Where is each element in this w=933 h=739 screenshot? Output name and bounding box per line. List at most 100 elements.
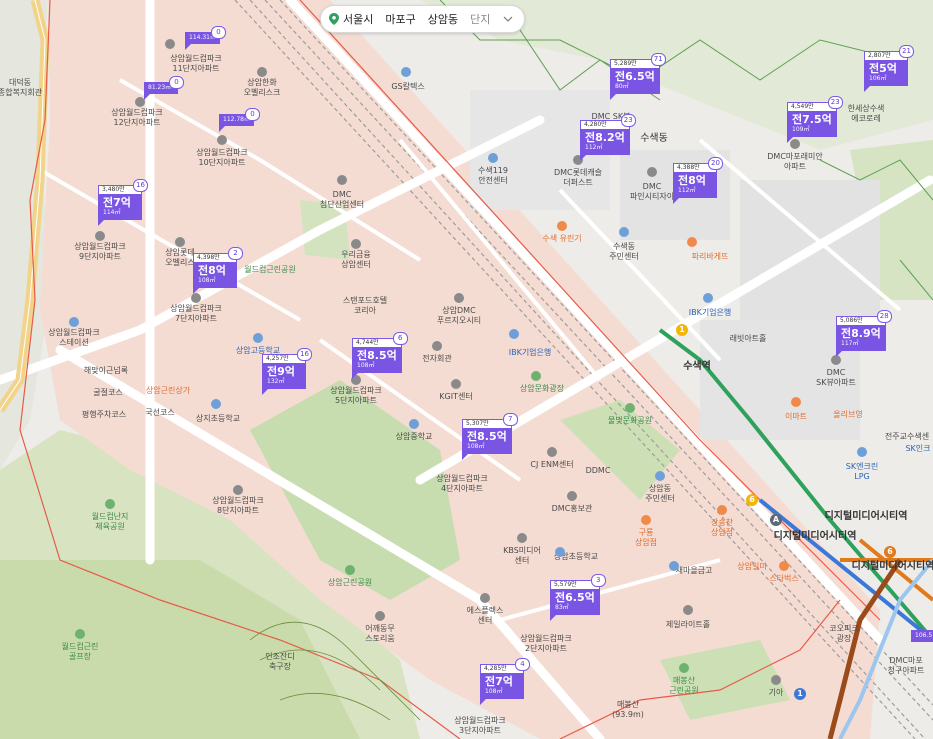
building-icon[interactable] (480, 593, 490, 603)
building-icon[interactable] (517, 533, 527, 543)
building-icon[interactable] (217, 135, 227, 145)
shopping-icon[interactable] (791, 397, 801, 407)
label-apt-10: 상암월드컵파크 10단지아파트 (196, 148, 248, 167)
listing-marker[interactable]: 4,744만 전8.5억 108㎡ 6 (352, 332, 408, 379)
label-suseok-dong: 수색동 (640, 133, 668, 144)
metro-line-badge[interactable]: 1 (794, 688, 806, 700)
listing-marker[interactable]: 3,480만 전7억 114㎡ 16 (98, 179, 148, 226)
school-icon[interactable] (211, 399, 221, 409)
listing-marker[interactable]: 114.31㎡ 0 (185, 26, 226, 50)
label-geun-park: 월드컵근린공원 (244, 265, 296, 274)
label-suseok-station: 수색역 (683, 361, 711, 372)
building-icon[interactable] (683, 605, 693, 615)
restaurant-icon[interactable] (717, 505, 727, 515)
label-sangam-dong-center: 상암동 주민센터 (645, 484, 675, 503)
restaurant-icon[interactable] (641, 515, 651, 525)
label-kgit: KGIT센터 (439, 392, 473, 401)
bank-icon[interactable] (669, 561, 679, 571)
building-icon[interactable] (567, 491, 577, 501)
building-icon[interactable] (95, 231, 105, 241)
park-icon[interactable] (75, 629, 85, 639)
listing-marker[interactable]: 5,289만 전6.5억 80㎡ 71 (610, 53, 666, 100)
building-icon[interactable] (647, 167, 657, 177)
location-bar[interactable]: 서울시 마포구 상암동 단지 (320, 5, 526, 33)
map-canvas[interactable]: 대덕동 종합복지회관 상암월드컵파크 11단지아파트 상암월드컵파크 12단지아… (0, 0, 933, 739)
label-maebong-peak: 매봉산 (93.9m) (612, 700, 644, 719)
listing-marker[interactable]: 112.78㎡ 0 (219, 108, 260, 132)
park-icon[interactable] (625, 403, 635, 413)
building-icon[interactable] (337, 175, 347, 185)
park-icon[interactable] (531, 371, 541, 381)
building-icon[interactable] (547, 447, 557, 457)
label-sangam-geun: 상암근린상가 (145, 386, 191, 395)
building-icon[interactable] (165, 39, 175, 49)
metro-line-badge[interactable]: A (770, 514, 782, 526)
school-icon[interactable] (253, 333, 263, 343)
listing-count-badge: 21 (899, 45, 914, 58)
building-icon[interactable] (175, 237, 185, 247)
building-icon[interactable] (432, 341, 442, 351)
park-icon[interactable] (105, 499, 115, 509)
metro-line-badge[interactable]: 6 (884, 546, 896, 558)
label-gia: 기아 (768, 688, 784, 697)
label-dmc-center: DMC 첨단산업센터 (319, 190, 365, 209)
school-icon[interactable] (555, 547, 565, 557)
park-icon[interactable] (679, 663, 689, 673)
bank-icon[interactable] (509, 329, 519, 339)
building-icon[interactable] (771, 675, 781, 685)
listing-marker[interactable]: 4,280만 전8.2억 112㎡ 23 (580, 114, 636, 161)
label-hanhwa: 상암한화 오벨리스크 (243, 78, 281, 97)
restaurant-icon[interactable] (557, 221, 567, 231)
listing-marker[interactable]: 4,398만 전8억 108㎡ 2 (193, 247, 243, 294)
gas-station-icon[interactable] (401, 67, 411, 77)
restaurant-icon[interactable] (779, 561, 789, 571)
gas-station-icon[interactable] (857, 447, 867, 457)
bank-icon[interactable] (703, 293, 713, 303)
label-dmc-hall: DMC홍보관 (551, 504, 593, 513)
label-world-cup-park: 월드컵난지 체육공원 (91, 512, 129, 531)
building-icon[interactable] (454, 293, 464, 303)
listing-marker[interactable]: 81.23㎡ 0 (144, 76, 184, 100)
listing-marker[interactable]: 4,257만 전9억 132㎡ 16 (262, 348, 312, 395)
building-icon[interactable] (375, 611, 385, 621)
building-icon[interactable] (351, 239, 361, 249)
city-label: 서울시 (343, 13, 374, 26)
listing-count-badge: 2 (228, 247, 243, 260)
listing-marker[interactable]: 106.5 (911, 630, 933, 642)
building-icon[interactable] (233, 485, 243, 495)
building-icon[interactable] (191, 293, 201, 303)
complex-label[interactable]: 단지 (470, 11, 490, 27)
label-gwonsol: 국선코스 (145, 408, 175, 417)
label-apt-3: 상암월드컵파크 3단지아파트 (454, 716, 506, 735)
restaurant-icon[interactable] (687, 237, 697, 247)
dong-label[interactable]: 상암동 (428, 11, 458, 27)
school-icon[interactable] (409, 419, 419, 429)
label-eokae: 어깨동무 스토리움 (365, 624, 395, 643)
location-city[interactable]: 서울시 (329, 11, 373, 27)
metro-line-badge[interactable]: 1 (676, 324, 688, 336)
label-golf: 월드컵근린 골프장 (61, 642, 99, 661)
fire-station-icon[interactable] (488, 153, 498, 163)
listing-marker[interactable]: 4,388만 전8억 112㎡ 20 (673, 157, 723, 204)
district-label[interactable]: 마포구 (385, 11, 415, 27)
park-icon[interactable] (345, 565, 355, 575)
label-olive: 올리브영 (833, 410, 863, 419)
listing-marker[interactable]: 5,579만 전6.5억 83㎡ 3 (550, 574, 606, 621)
label-starbucks: 스타벅스 (769, 574, 799, 583)
community-center-icon[interactable] (655, 471, 665, 481)
label-apt-5: 상암월드컵파크 5단지아파트 (330, 386, 382, 405)
listing-marker[interactable]: 5,307만 전8.5억 108㎡ 7 (462, 413, 518, 460)
subway-station-icon[interactable] (69, 317, 79, 327)
listing-marker[interactable]: 5,086만 전8.9억 117㎡ 28 (836, 310, 892, 357)
label-suseo119: 수색119 안전센터 (478, 166, 508, 185)
label-dmc-maple: DMC마포래미안 아파트 (767, 152, 823, 171)
metro-line-badge[interactable]: 6 (746, 494, 758, 506)
community-center-icon[interactable] (619, 227, 629, 237)
building-icon[interactable] (451, 379, 461, 389)
listing-marker[interactable]: 4,285만 전7억 108㎡ 4 (480, 658, 530, 705)
label-apt-4: 상암월드컵파크 4단지아파트 (436, 474, 488, 493)
building-icon[interactable] (257, 67, 267, 77)
listing-marker[interactable]: 2,807만 전5억 106㎡ 21 (864, 45, 914, 92)
listing-marker[interactable]: 4,549만 전7.5억 109㎡ 23 (787, 96, 843, 143)
chevron-down-icon[interactable] (502, 13, 514, 25)
